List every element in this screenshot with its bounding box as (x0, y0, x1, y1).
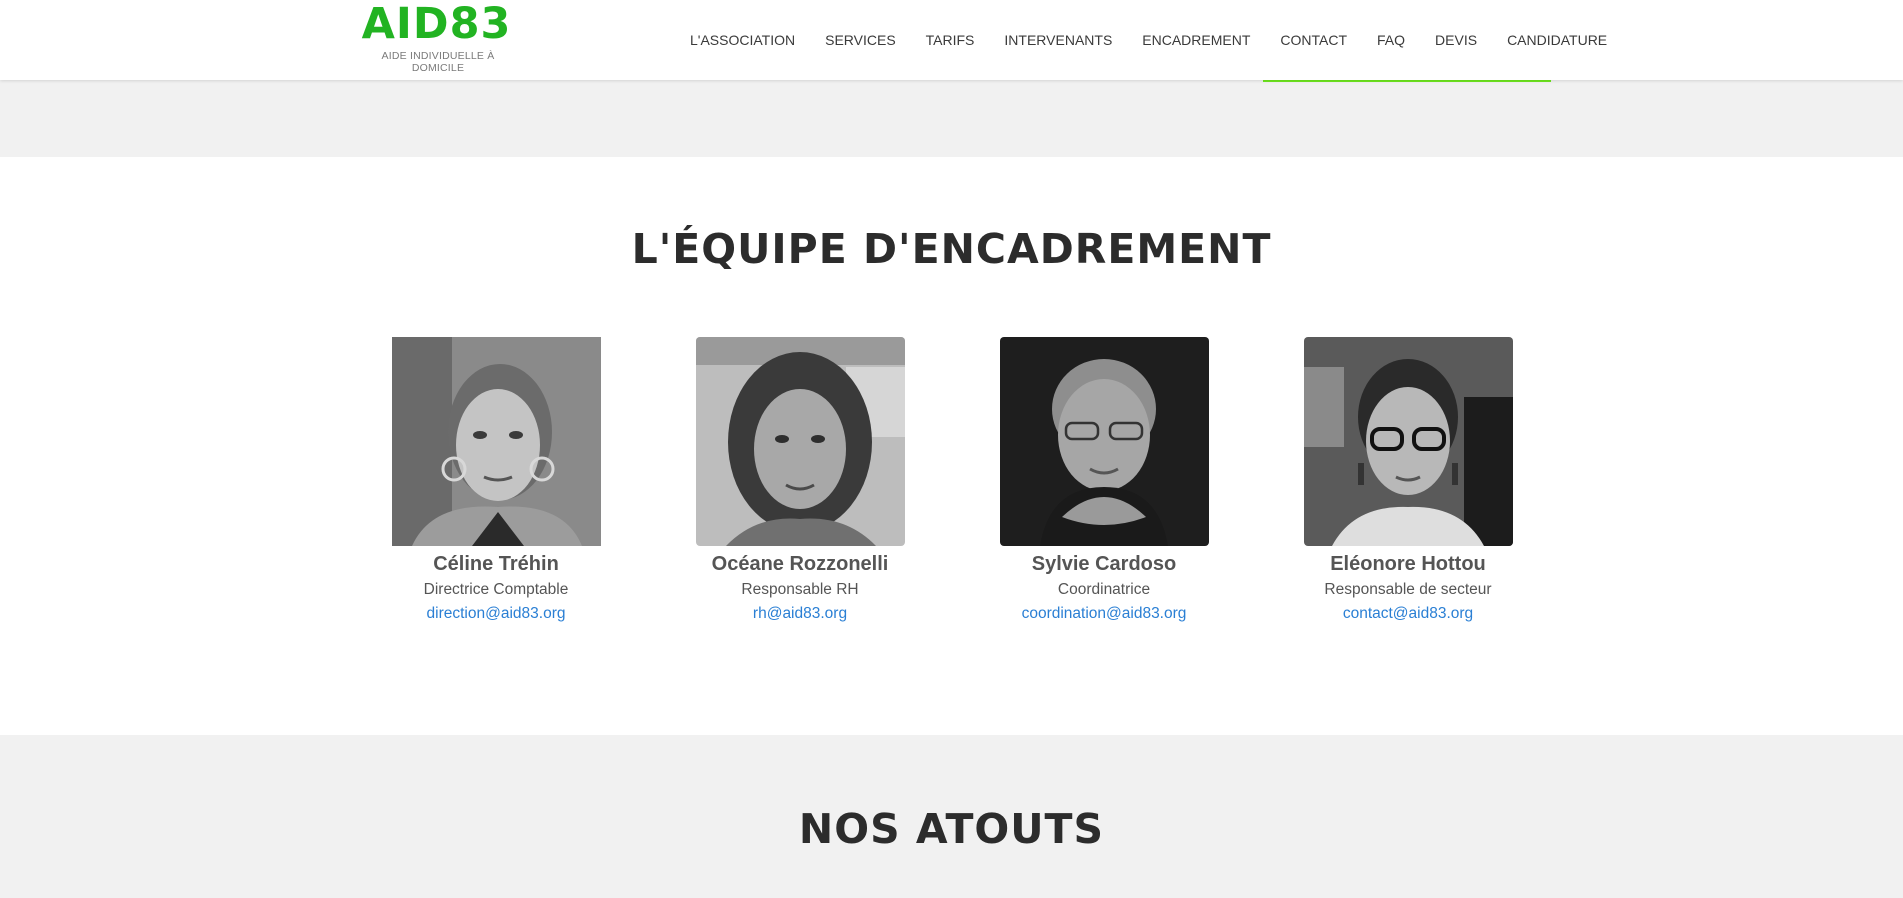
previous-section-band (0, 80, 1903, 157)
member-photo (999, 337, 1209, 546)
member-photo (695, 337, 905, 546)
member-photo (391, 337, 601, 546)
site-header: AID83 AIDE INDIVIDUELLE À DOMICILE L'ASS… (0, 0, 1903, 80)
member-name: Eléonore Hottou (1330, 553, 1486, 575)
member-name: Sylvie Cardoso (1031, 553, 1177, 575)
team-member-card: Océane Rozzonelli Responsable RH rh@aid8… (650, 337, 950, 626)
nav-item-association[interactable]: L'ASSOCIATION (690, 32, 795, 48)
nav-item-faq[interactable]: FAQ (1377, 32, 1405, 48)
member-role: Directrice Comptable (423, 581, 569, 598)
atouts-section: NOS ATOUTS (0, 735, 1903, 898)
member-role: Responsable de secteur (1324, 581, 1492, 598)
member-email-link[interactable]: coordination@aid83.org (1022, 602, 1187, 626)
nav-item-encadrement[interactable]: ENCADREMENT (1142, 32, 1250, 48)
team-section-title: L'ÉQUIPE D'ENCADREMENT (631, 225, 1272, 273)
team-member-card: Céline Tréhin Directrice Comptable direc… (346, 337, 646, 626)
member-name: Océane Rozzonelli (711, 553, 889, 575)
logo-subtitle: AIDE INDIVIDUELLE À DOMICILE (381, 50, 495, 74)
site-logo[interactable]: AID83 AIDE INDIVIDUELLE À DOMICILE (354, 2, 524, 74)
member-name: Céline Tréhin (433, 553, 559, 575)
member-role: Responsable RH (741, 581, 859, 598)
member-photo (1303, 337, 1513, 546)
team-member-card: Eléonore Hottou Responsable de secteur c… (1258, 337, 1558, 626)
main-nav: L'ASSOCIATION SERVICES TARIFS INTERVENAN… (690, 32, 1607, 48)
nav-item-contact[interactable]: CONTACT (1280, 32, 1347, 48)
logo-title: AID83 (361, 0, 512, 49)
nav-item-candidature[interactable]: CANDIDATURE (1507, 32, 1607, 48)
member-email-link[interactable]: direction@aid83.org (427, 602, 566, 626)
nav-item-intervenants[interactable]: INTERVENANTS (1004, 32, 1112, 48)
nav-item-services[interactable]: SERVICES (825, 32, 896, 48)
team-section: L'ÉQUIPE D'ENCADREMENT Céline Tréhin Dir… (0, 157, 1903, 735)
nav-item-devis[interactable]: DEVIS (1435, 32, 1477, 48)
team-member-card: Sylvie Cardoso Coordinatrice coordinatio… (954, 337, 1254, 626)
nav-item-tarifs[interactable]: TARIFS (926, 32, 975, 48)
member-role: Coordinatrice (1057, 581, 1151, 598)
member-email-link[interactable]: rh@aid83.org (753, 602, 847, 626)
member-email-link[interactable]: contact@aid83.org (1343, 602, 1473, 626)
atouts-section-title: NOS ATOUTS (798, 805, 1105, 853)
